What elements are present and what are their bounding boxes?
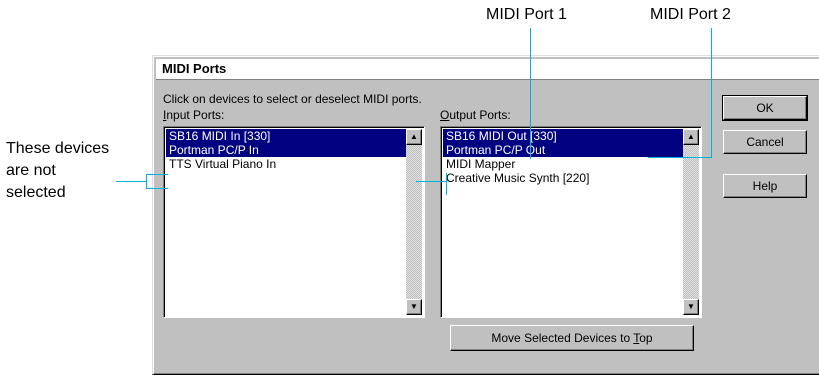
ok-button[interactable]: OK [722,95,808,121]
dialog-title: MIDI Ports [162,61,227,76]
callout-line-1: These devices [6,140,110,157]
callout-line-2: are not [6,162,56,179]
output-ports-list[interactable]: SB16 MIDI Out [330] Portman PC/P Out MIDI … [440,126,702,318]
callout-not-selected: These devices are not selected [6,138,109,204]
scroll-down-icon[interactable]: ▼ [406,299,422,315]
output-ports-label: Output Ports: [440,108,511,122]
input-ports-label: Input Ports: [163,108,225,122]
scroll-up-icon[interactable]: ▲ [406,129,422,145]
instruction-text: Click on devices to select or deselect M… [163,92,422,106]
callout-bracket-right-vertical [446,173,447,195]
callout-line-3: selected [6,184,66,201]
callout-bracket-left-bottom [146,188,168,189]
input-ports-list[interactable]: SB16 MIDI In [330] Portman PC/P In TTS Vir… [163,126,425,318]
output-item[interactable]: MIDI Mapper [443,157,683,171]
callout-line-port1 [530,28,531,159]
input-scrollbar[interactable]: ▲ ▼ [406,129,422,315]
output-item[interactable]: Creative Music Synth [220] [443,171,683,185]
callout-bracket-left-top [146,174,168,175]
output-item[interactable]: Portman PC/P Out [443,143,683,157]
callout-bracket-left-vertical [146,174,147,188]
midi-ports-dialog: MIDI Ports ✕ Click on devices to select … [152,55,819,375]
callout-line-port2-vertical [711,28,712,158]
input-item[interactable]: Portman PC/P In [166,143,406,157]
scroll-up-icon[interactable]: ▲ [683,129,699,145]
callout-line-left [116,181,146,182]
scroll-down-icon[interactable]: ▼ [683,299,699,315]
cancel-button[interactable]: Cancel [723,130,807,154]
callout-midi-port-1: MIDI Port 1 [486,6,567,23]
output-item[interactable]: SB16 MIDI Out [330] [443,129,683,143]
help-button[interactable]: Help [723,174,807,198]
title-bar: MIDI Ports [156,59,819,80]
callout-connector [416,181,446,182]
input-item[interactable]: TTS Virtual Piano In [166,157,406,171]
move-selected-to-top-button[interactable]: Move Selected Devices to Top [450,325,694,351]
callout-line-port2-horizontal [648,157,712,158]
callout-midi-port-2: MIDI Port 2 [650,6,731,23]
input-item[interactable]: SB16 MIDI In [330] [166,129,406,143]
